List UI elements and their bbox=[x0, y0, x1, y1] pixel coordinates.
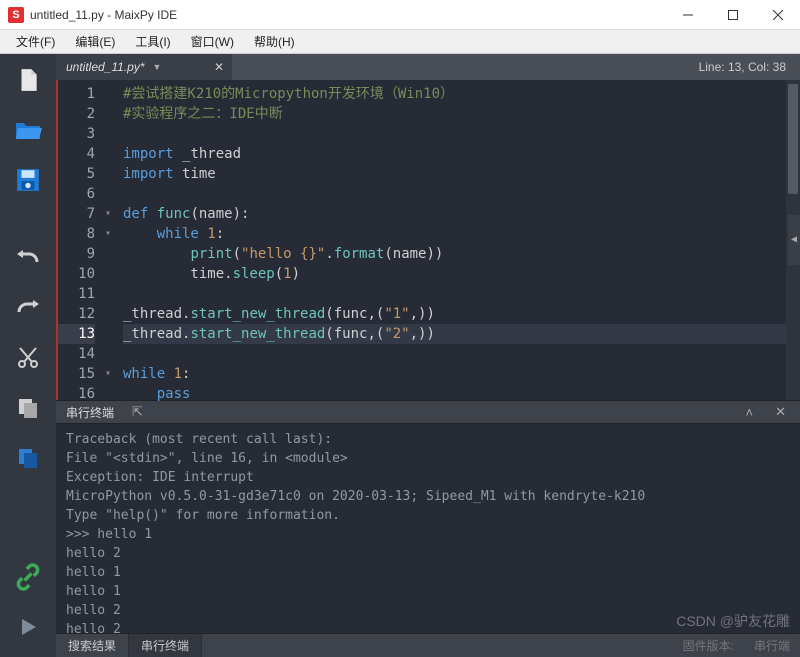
paste-icon[interactable] bbox=[12, 442, 44, 474]
titlebar: S untitled_11.py - MaixPy IDE bbox=[0, 0, 800, 30]
sidebar bbox=[0, 54, 56, 657]
redo-icon[interactable] bbox=[12, 292, 44, 324]
chevron-up-icon[interactable]: ˄ bbox=[742, 405, 758, 420]
panel-collapse-icon[interactable]: ◀ bbox=[788, 215, 800, 265]
play-icon[interactable] bbox=[12, 611, 44, 643]
maximize-button[interactable] bbox=[710, 0, 755, 30]
chevron-down-icon[interactable]: ▼ bbox=[153, 62, 162, 72]
menubar: 文件(F) 编辑(E) 工具(I) 窗口(W) 帮助(H) bbox=[0, 30, 800, 54]
menu-window[interactable]: 窗口(W) bbox=[181, 30, 244, 53]
minimize-button[interactable] bbox=[665, 0, 710, 30]
menu-file[interactable]: 文件(F) bbox=[6, 30, 65, 53]
file-tab-bar: untitled_11.py* ▼ ✕ Line: 13, Col: 38 bbox=[56, 54, 800, 80]
file-tab-label: untitled_11.py* bbox=[66, 60, 145, 74]
terminal-title: 串行终端 bbox=[66, 404, 114, 421]
undo-icon[interactable] bbox=[12, 242, 44, 274]
new-file-icon[interactable] bbox=[12, 64, 44, 96]
cut-icon[interactable] bbox=[12, 342, 44, 374]
pin-icon[interactable]: ⇱ bbox=[128, 404, 147, 420]
bottom-tab-bar: 搜索结果 串行终端 固件版本: 串行端 bbox=[56, 633, 800, 657]
file-tab[interactable]: untitled_11.py* ▼ bbox=[56, 54, 206, 80]
menu-help[interactable]: 帮助(H) bbox=[244, 30, 305, 53]
window-title: untitled_11.py - MaixPy IDE bbox=[30, 8, 665, 22]
menu-edit[interactable]: 编辑(E) bbox=[65, 30, 125, 53]
tab-search-results[interactable]: 搜索结果 bbox=[56, 634, 129, 657]
link-icon[interactable] bbox=[12, 561, 44, 593]
line-number-gutter: 12345678910111213141516 bbox=[56, 80, 101, 400]
code-area[interactable]: #尝试搭建K210的Micropython开发环境（Win10）#实验程序之二：… bbox=[115, 80, 800, 400]
close-tab-button[interactable]: ✕ bbox=[206, 54, 232, 80]
serial-port-label: 串行端 bbox=[754, 637, 790, 654]
tab-serial-terminal[interactable]: 串行终端 bbox=[129, 634, 202, 657]
open-folder-icon[interactable] bbox=[12, 114, 44, 146]
close-icon[interactable]: ✕ bbox=[771, 404, 790, 420]
cursor-position: Line: 13, Col: 38 bbox=[685, 54, 800, 80]
copy-icon[interactable] bbox=[12, 392, 44, 424]
menu-tools[interactable]: 工具(I) bbox=[125, 30, 180, 53]
fold-column[interactable]: ▾▾▾ bbox=[101, 80, 115, 400]
terminal-output[interactable]: Traceback (most recent call last): File … bbox=[56, 424, 800, 633]
save-icon[interactable] bbox=[12, 164, 44, 196]
code-editor[interactable]: 12345678910111213141516 ▾▾▾ #尝试搭建K210的Mi… bbox=[56, 80, 800, 400]
firmware-version-label: 固件版本: bbox=[683, 637, 734, 654]
close-button[interactable] bbox=[755, 0, 800, 30]
app-icon: S bbox=[8, 7, 24, 23]
